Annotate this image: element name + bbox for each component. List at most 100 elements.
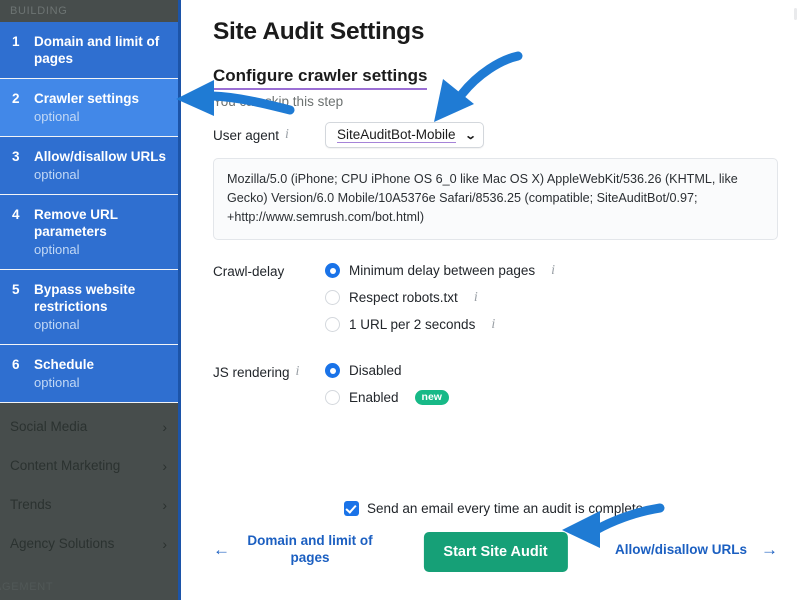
radio-option[interactable]: 1 URL per 2 seconds i bbox=[325, 313, 555, 336]
prev-step-nav[interactable]: ← Domain and limit of pages bbox=[213, 532, 376, 566]
sidebar-step-4[interactable]: 4 Remove URL parameters optional bbox=[0, 195, 181, 270]
sidebar-link-label: Trends bbox=[10, 497, 52, 512]
main-content: Site Audit Settings Configure crawler se… bbox=[181, 0, 800, 600]
radio-label: Disabled bbox=[349, 363, 402, 378]
arrow-right-icon: → bbox=[761, 539, 778, 559]
prev-step-label: Domain and limit of pages bbox=[247, 533, 373, 565]
radio-label: 1 URL per 2 seconds bbox=[349, 317, 476, 332]
js-rendering-label: JS rendering bbox=[213, 364, 290, 380]
email-checkbox-label: Send an email every time an audit is com… bbox=[367, 501, 647, 516]
crawl-delay-label: Crawl-delay bbox=[213, 264, 285, 279]
sidebar-links-list: Social Media › Content Marketing › Trends › Ag… bbox=[0, 403, 181, 563]
sidebar-link-trends[interactable]: Trends › bbox=[0, 485, 181, 524]
sidebar-step-6[interactable]: 6 Schedule optional bbox=[0, 345, 181, 403]
sidebar-step-number: 2 bbox=[12, 91, 20, 106]
next-step-nav[interactable]: Allow/disallow URLs → bbox=[615, 541, 778, 558]
radio-button[interactable] bbox=[325, 390, 340, 405]
app-root: BUILDING 1 Domain and limit of pages 2 Craw… bbox=[0, 0, 800, 600]
info-icon[interactable]: i bbox=[296, 364, 300, 380]
sidebar-step-number: 1 bbox=[12, 34, 20, 49]
crawl-delay-options: Minimum delay between pages i Respect robo… bbox=[325, 259, 555, 340]
sidebar-step-5[interactable]: 5 Bypass website restrictions optional bbox=[0, 270, 181, 345]
sidebar-step-body: Bypass website restrictions optional bbox=[34, 281, 169, 333]
chevron-right-icon: › bbox=[162, 496, 167, 513]
js-rendering-options: Disabled Enabled new bbox=[325, 359, 449, 413]
email-checkbox[interactable] bbox=[344, 501, 360, 516]
user-agent-label: User agent bbox=[213, 127, 280, 143]
chevron-right-icon: › bbox=[162, 457, 167, 474]
sidebar-link-social-media[interactable]: Social Media › bbox=[0, 407, 181, 446]
sidebar-bottom-label: AGEMENT bbox=[0, 581, 54, 593]
info-icon[interactable]: i bbox=[285, 127, 289, 143]
section-subtitle: You can skip this step bbox=[213, 94, 344, 109]
user-agent-string-box: Mozilla/5.0 (iPhone; CPU iPhone OS 6_0 l… bbox=[213, 158, 778, 240]
sidebar-step-optional: optional bbox=[34, 317, 80, 332]
sidebar-step-number: 3 bbox=[12, 149, 20, 164]
sidebar-step-body: Schedule optional bbox=[34, 356, 169, 391]
sidebar-link-label: Content Marketing bbox=[10, 458, 121, 473]
sidebar-step-optional: optional bbox=[34, 242, 80, 257]
sidebar-step-title: Allow/disallow URLs bbox=[34, 149, 167, 164]
radio-button[interactable] bbox=[325, 290, 340, 305]
radio-option[interactable]: Disabled bbox=[325, 359, 449, 382]
sidebar-step-3[interactable]: 3 Allow/disallow URLs optional bbox=[0, 137, 181, 195]
sidebar-link-label: Agency Solutions bbox=[10, 536, 115, 551]
sidebar-step-optional: optional bbox=[34, 375, 80, 390]
arrow-left-icon: ← bbox=[213, 539, 230, 559]
info-icon[interactable]: i bbox=[491, 317, 495, 333]
sidebar-step-number: 5 bbox=[12, 282, 20, 297]
new-badge: new bbox=[414, 390, 449, 405]
crawl-delay-row: Crawl-delay Minimum delay between pages i… bbox=[213, 259, 778, 340]
sidebar-step-body: Remove URL parameters optional bbox=[34, 206, 169, 258]
sidebar-step-number: 4 bbox=[12, 207, 20, 222]
sidebar-step-1[interactable]: 1 Domain and limit of pages bbox=[0, 22, 181, 79]
sidebar-step-body: Crawler settings optional bbox=[34, 90, 169, 125]
sidebar-link-agency-solutions[interactable]: Agency Solutions › bbox=[0, 524, 181, 563]
user-agent-selected-value: SiteAuditBot-Mobile bbox=[337, 127, 456, 143]
radio-button[interactable] bbox=[325, 317, 340, 332]
sidebar-step-title: Domain and limit of pages bbox=[34, 34, 160, 66]
user-agent-row: User agent i SiteAuditBot-Mobile ⌄ bbox=[213, 122, 778, 148]
sidebar-step-optional: optional bbox=[34, 167, 80, 182]
sidebar-step-2[interactable]: 2 Crawler settings optional bbox=[0, 79, 181, 137]
sidebar-step-body: Domain and limit of pages bbox=[34, 33, 169, 67]
radio-option[interactable]: Respect robots.txt i bbox=[325, 286, 555, 309]
start-site-audit-button[interactable]: Start Site Audit bbox=[423, 532, 568, 572]
js-rendering-label-group: JS rendering i bbox=[213, 359, 325, 380]
sidebar-step-title: Schedule bbox=[34, 357, 95, 372]
radio-button[interactable] bbox=[325, 363, 340, 378]
user-agent-label-group: User agent i bbox=[213, 122, 325, 143]
sidebar-step-body: Allow/disallow URLs optional bbox=[34, 148, 169, 183]
radio-label: Minimum delay between pages bbox=[349, 263, 536, 278]
radio-label: Enabled bbox=[349, 390, 399, 405]
sidebar-step-number: 6 bbox=[12, 357, 20, 372]
sidebar-steps-list: 1 Domain and limit of pages 2 Crawler setti… bbox=[0, 22, 181, 403]
section-heading-wrap: Configure crawler settings bbox=[213, 66, 778, 90]
radio-label: Respect robots.txt bbox=[349, 290, 458, 305]
radio-button[interactable] bbox=[325, 263, 340, 278]
page-title: Site Audit Settings bbox=[213, 18, 425, 45]
radio-option[interactable]: Minimum delay between pages i bbox=[325, 259, 555, 282]
chevron-down-icon: ⌄ bbox=[463, 129, 477, 142]
section-heading: Configure crawler settings bbox=[213, 66, 428, 90]
sidebar-step-title: Crawler settings bbox=[34, 91, 140, 106]
footer: Send an email every time an audit is com… bbox=[181, 501, 800, 600]
sidebar-step-optional: optional bbox=[34, 109, 80, 124]
sidebar-section-label: BUILDING bbox=[10, 5, 68, 17]
radio-option[interactable]: Enabled new bbox=[325, 386, 449, 409]
chevron-right-icon: › bbox=[162, 535, 167, 552]
next-step-label: Allow/disallow URLs bbox=[615, 541, 748, 557]
sidebar-step-title: Remove URL parameters bbox=[34, 207, 118, 239]
sidebar-link-content-marketing[interactable]: Content Marketing › bbox=[0, 446, 181, 485]
email-notification-row[interactable]: Send an email every time an audit is com… bbox=[213, 501, 778, 516]
js-rendering-row: JS rendering i Disabled Enabled new bbox=[213, 359, 778, 413]
sidebar-link-label: Social Media bbox=[10, 419, 88, 434]
chevron-right-icon: › bbox=[162, 418, 167, 435]
wizard-nav-row: ← Domain and limit of pages Start Site A… bbox=[213, 532, 778, 572]
info-icon[interactable]: i bbox=[474, 290, 478, 306]
info-icon[interactable]: i bbox=[551, 263, 555, 279]
sidebar: BUILDING 1 Domain and limit of pages 2 Craw… bbox=[0, 0, 181, 600]
user-agent-select[interactable]: SiteAuditBot-Mobile ⌄ bbox=[325, 122, 484, 148]
sidebar-step-title: Bypass website restrictions bbox=[34, 282, 136, 314]
scrollbar-thumb[interactable] bbox=[794, 8, 797, 20]
